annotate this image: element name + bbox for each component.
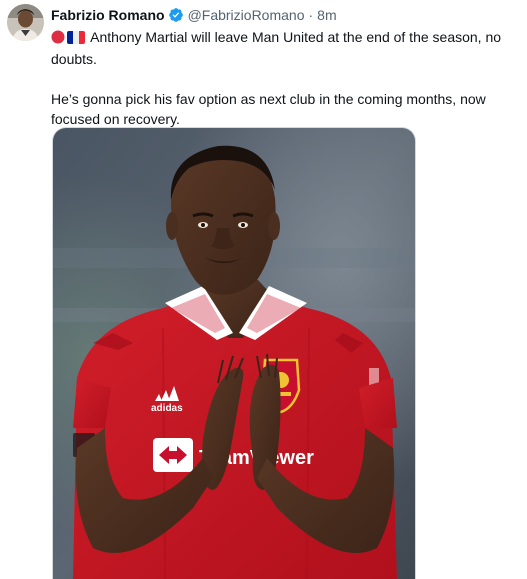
profile-photo-icon	[7, 4, 44, 41]
author-name[interactable]: Fabrizio Romano	[51, 7, 165, 23]
author-handle[interactable]: @FabrizioRomano	[188, 7, 305, 23]
tweet-header: Fabrizio Romano @FabrizioRomano · 8m	[51, 5, 337, 25]
tweet-paragraph-1-text: Anthony Martial will leave Man United at…	[51, 29, 502, 67]
author-avatar[interactable]	[7, 4, 44, 41]
jersey-brand-text: adidas	[151, 403, 183, 414]
tweet-media-photo[interactable]: adidas TeamViewer	[52, 127, 416, 579]
red-circle-emoji-icon	[51, 29, 65, 49]
tweet-card[interactable]: Fabrizio Romano @FabrizioRomano · 8m Ant…	[0, 0, 527, 579]
verified-badge-icon	[168, 7, 184, 23]
france-flag-emoji-icon	[67, 29, 85, 49]
separator-dot: ·	[308, 7, 314, 23]
tweet-paragraph-2: He’s gonna pick his fav option as next c…	[51, 91, 486, 127]
tweet-paragraph-1: Anthony Martial will leave Man United at…	[51, 27, 519, 69]
tweet-timestamp[interactable]: 8m	[317, 7, 336, 23]
football-player-photo-icon: adidas TeamViewer	[53, 128, 415, 579]
tweet-text: Anthony Martial will leave Man United at…	[51, 27, 519, 129]
